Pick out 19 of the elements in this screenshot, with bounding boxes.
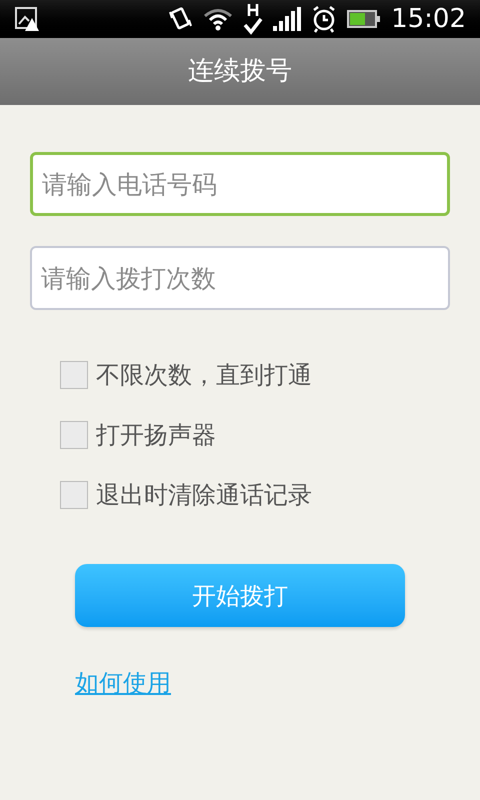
network-check-icon	[243, 3, 264, 35]
how-to-use-link[interactable]: 如何使用	[75, 665, 171, 701]
battery-icon	[347, 10, 382, 28]
checkbox[interactable]	[60, 481, 88, 509]
signal-icon	[273, 7, 302, 31]
alarm-clock-icon	[311, 5, 338, 33]
vibrate-icon	[167, 6, 194, 32]
checkbox[interactable]	[60, 421, 88, 449]
checkbox-label: 退出时清除通话记录	[96, 480, 312, 511]
screen-title: 连续拨号	[188, 55, 292, 88]
image-warning-icon	[14, 6, 40, 32]
input-field[interactable]: 请输入电话号码	[30, 152, 450, 216]
checkbox-label: 打开扬声器	[96, 420, 216, 451]
clock-time: 15:02	[391, 6, 466, 32]
wifi-icon	[203, 7, 234, 31]
checkbox[interactable]	[60, 361, 88, 389]
start-dial-button[interactable]: 开始拨打	[75, 564, 405, 627]
checkbox-label: 不限次数，直到打通	[96, 360, 312, 391]
input-field[interactable]: 请输入拨打次数	[30, 246, 450, 310]
